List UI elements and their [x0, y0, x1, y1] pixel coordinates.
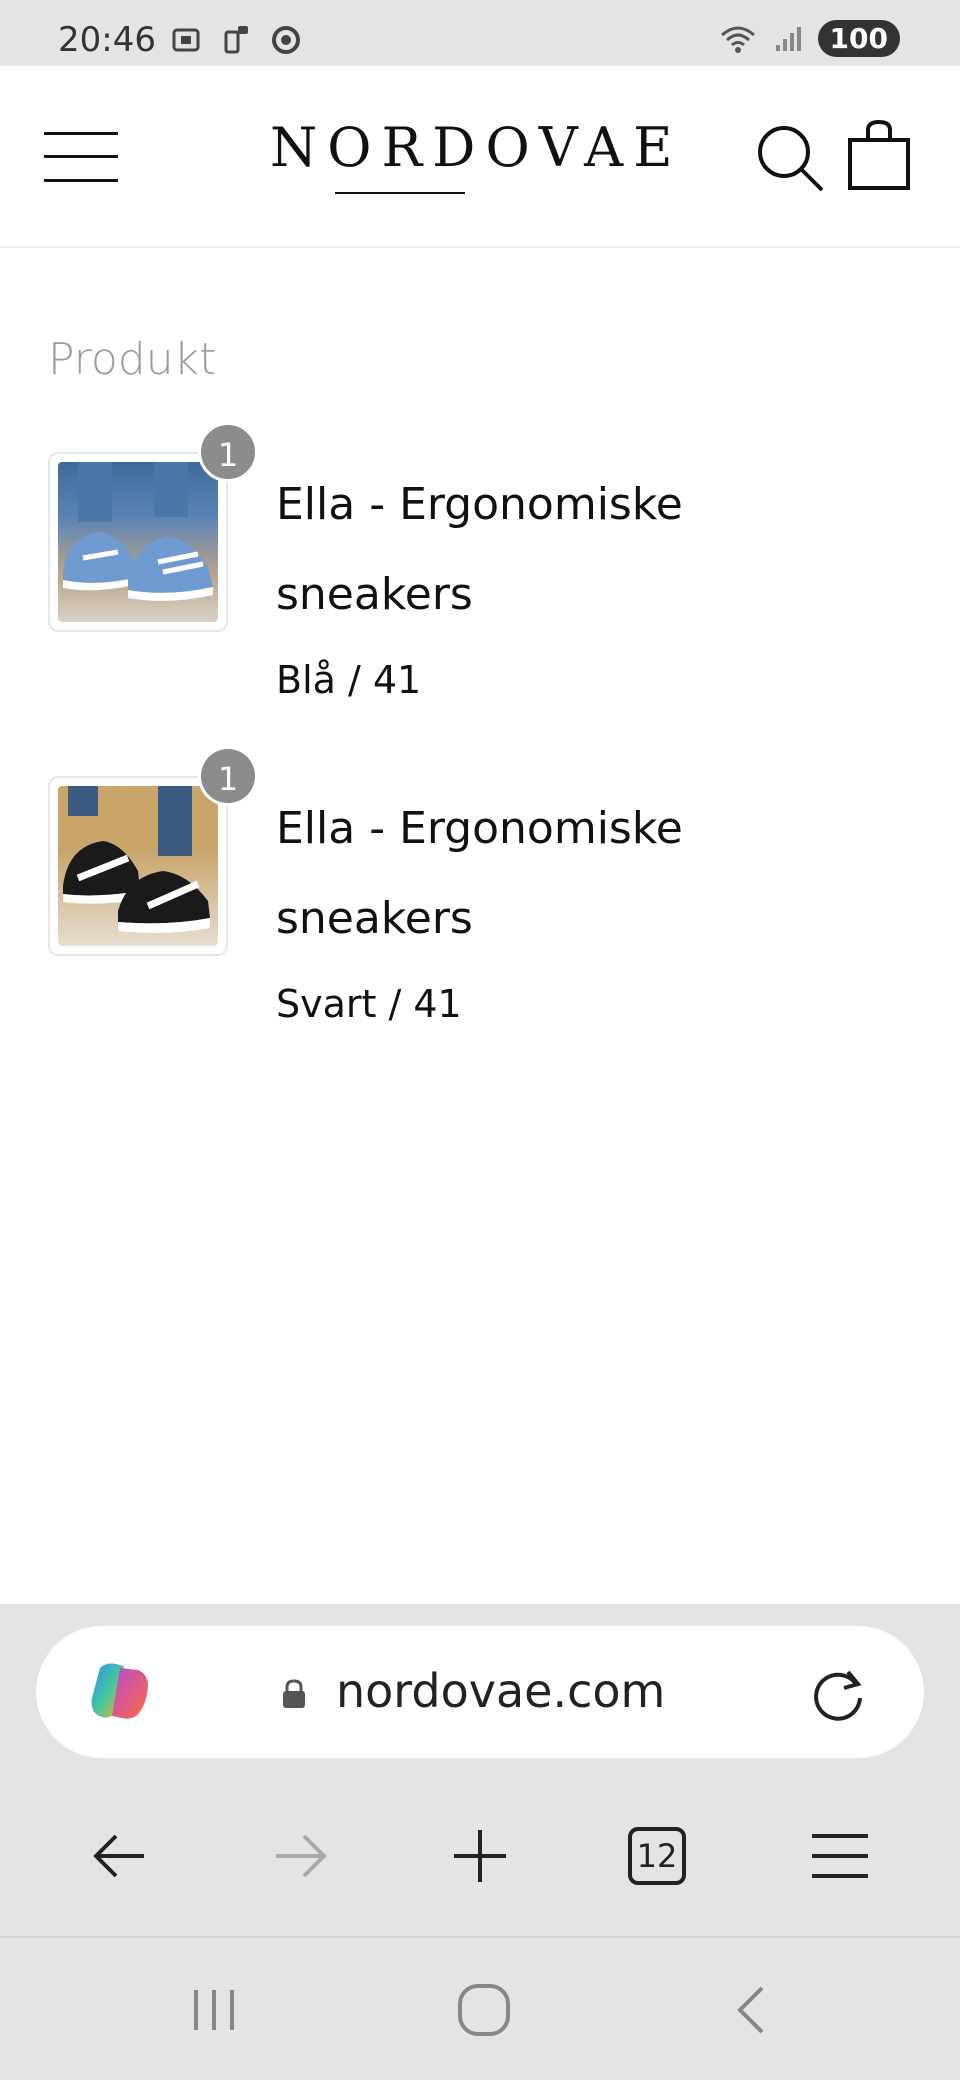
- product-item[interactable]: 1 Ella - Ergonomiske sneakers Svart / 41: [48, 746, 928, 1036]
- system-back-icon[interactable]: [724, 1980, 784, 2040]
- product-variant: Blå / 41: [276, 658, 422, 702]
- status-time: 20:46: [58, 20, 156, 60]
- new-tab-icon[interactable]: [448, 1824, 512, 1888]
- lock-icon: [283, 1679, 305, 1708]
- reload-icon[interactable]: [806, 1662, 870, 1726]
- url-text[interactable]: nordovae.com: [336, 1664, 665, 1718]
- wifi-icon: [720, 26, 755, 53]
- recent-apps-icon[interactable]: [184, 1980, 244, 2040]
- system-navigation: [0, 1936, 960, 2080]
- brand-logo[interactable]: NORDOVAE: [270, 116, 673, 179]
- quantity-badge: 1: [198, 422, 258, 482]
- signal-icon: [775, 26, 801, 51]
- product-image: [48, 452, 228, 632]
- brand-underline: [335, 192, 465, 194]
- tabs-icon[interactable]: 12: [628, 1827, 686, 1885]
- product-item[interactable]: 1 Ella - Ergonomiske sneakers Blå / 41: [48, 422, 928, 712]
- battery-level: 100: [817, 20, 900, 57]
- section-title: Produkt: [48, 334, 217, 385]
- back-icon[interactable]: [88, 1824, 152, 1888]
- product-image: [48, 776, 228, 956]
- copilot-icon[interactable]: [86, 1658, 154, 1726]
- product-name[interactable]: Ella - Ergonomiske sneakers: [276, 784, 836, 964]
- sim-icon: [224, 26, 248, 54]
- quantity-badge: 1: [198, 746, 258, 806]
- address-bar[interactable]: nordovae.com: [36, 1626, 924, 1758]
- browser-toolbar: nordovae.com 12: [0, 1604, 960, 1936]
- black-sneakers-image: [63, 786, 210, 933]
- notification-icons: [170, 24, 302, 56]
- home-icon[interactable]: [454, 1980, 514, 2040]
- search-icon[interactable]: [754, 122, 826, 194]
- menu-icon[interactable]: [44, 130, 118, 184]
- product-variant: Svart / 41: [276, 982, 462, 1026]
- site-header: NORDOVAE: [0, 66, 960, 248]
- product-name[interactable]: Ella - Ergonomiske sneakers: [276, 460, 836, 640]
- status-bar: 20:46 100: [0, 0, 960, 66]
- browser-menu-icon[interactable]: [808, 1824, 872, 1888]
- system-icons: 100: [718, 20, 900, 57]
- screenshot-icon: [172, 28, 200, 52]
- cart-icon[interactable]: [846, 120, 912, 192]
- browser-nav-row: 12: [0, 1796, 960, 1926]
- blue-sneakers-image: [63, 462, 213, 601]
- forward-icon[interactable]: [268, 1824, 332, 1888]
- chrome-icon: [272, 26, 300, 54]
